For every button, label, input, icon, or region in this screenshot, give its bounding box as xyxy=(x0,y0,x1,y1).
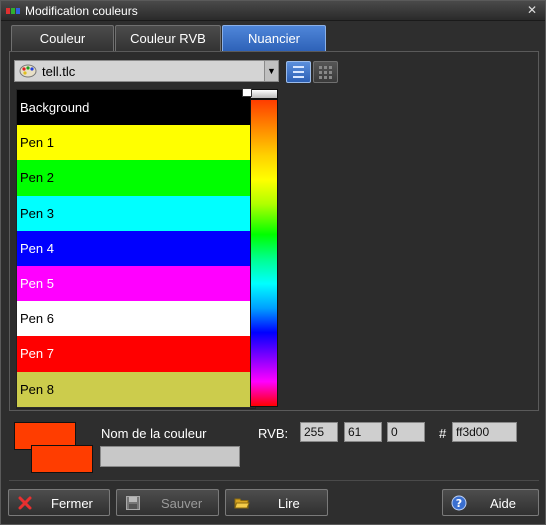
tab-couleur-rvb[interactable]: Couleur RVB xyxy=(115,25,221,51)
help-button[interactable]: ? Aide xyxy=(442,489,539,516)
color-list-item[interactable]: Pen 8 xyxy=(17,371,255,407)
load-button[interactable]: Lire xyxy=(225,489,328,516)
color-list-item[interactable]: Pen 5 xyxy=(17,265,255,302)
tab-nuancier[interactable]: Nuancier xyxy=(222,25,326,51)
green-field[interactable]: 61 xyxy=(344,422,382,442)
color-list-item[interactable]: Pen 6 xyxy=(17,301,255,337)
close-button-label: Fermer xyxy=(51,496,93,511)
color-name-label: Nom de la couleur xyxy=(101,426,207,441)
rvb-label: RVB: xyxy=(258,426,289,441)
help-button-label: Aide xyxy=(490,496,517,511)
folder-open-icon xyxy=(234,498,250,509)
nuancier-panel: tell.tlc ▼ Background Pen 1 Pen 2 Pen 3 Pen … xyxy=(9,51,539,411)
save-button-label: Sauver xyxy=(161,496,203,511)
palette-file-icon xyxy=(19,64,37,78)
list-view-icon xyxy=(293,66,304,78)
color-list-item[interactable]: Pen 7 xyxy=(17,336,255,372)
red-field[interactable]: 255 xyxy=(300,422,338,442)
close-red-x-icon xyxy=(18,496,32,510)
title-bar[interactable]: Modification couleurs ✕ xyxy=(1,1,545,21)
color-list[interactable]: Background Pen 1 Pen 2 Pen 3 Pen 4 Pen 5 Pen 6… xyxy=(16,89,256,409)
grid-view-icon xyxy=(319,66,332,79)
save-icon xyxy=(126,496,140,510)
spectrum-track-top xyxy=(242,88,278,99)
footer-divider xyxy=(9,480,539,481)
color-list-item[interactable]: Background xyxy=(17,90,255,126)
color-name-field[interactable] xyxy=(100,446,240,467)
palette-select-value: tell.tlc xyxy=(42,64,76,79)
color-list-item[interactable]: Pen 3 xyxy=(17,195,255,231)
grid-view-button[interactable] xyxy=(313,61,338,83)
save-button[interactable]: Sauver xyxy=(116,489,219,516)
palette-icon xyxy=(6,8,20,14)
color-list-item[interactable]: Pen 1 xyxy=(17,125,255,161)
list-view-button[interactable] xyxy=(286,61,311,83)
tab-couleur[interactable]: Couleur xyxy=(11,25,114,51)
close-button[interactable]: Fermer xyxy=(8,489,110,516)
hex-field[interactable]: ff3d00 xyxy=(452,422,517,442)
load-button-label: Lire xyxy=(278,496,300,511)
palette-select[interactable]: tell.tlc ▼ xyxy=(14,60,279,82)
current-color-swatch xyxy=(31,445,93,473)
spectrum-bar[interactable] xyxy=(250,99,278,407)
color-editor-window: Modification couleurs ✕ Couleur Couleur … xyxy=(0,0,546,525)
help-icon: ? xyxy=(451,495,467,511)
blue-field[interactable]: 0 xyxy=(387,422,425,442)
close-icon[interactable]: ✕ xyxy=(525,3,539,17)
window-title: Modification couleurs xyxy=(25,4,138,18)
color-list-item[interactable]: Pen 2 xyxy=(17,160,255,196)
spectrum-handle[interactable] xyxy=(242,88,252,97)
hue-spectrum[interactable] xyxy=(242,88,278,409)
hex-hash-label: # xyxy=(439,426,447,441)
svg-text:?: ? xyxy=(456,497,462,510)
chevron-down-icon[interactable]: ▼ xyxy=(264,61,278,81)
color-list-item[interactable]: Pen 4 xyxy=(17,230,255,266)
